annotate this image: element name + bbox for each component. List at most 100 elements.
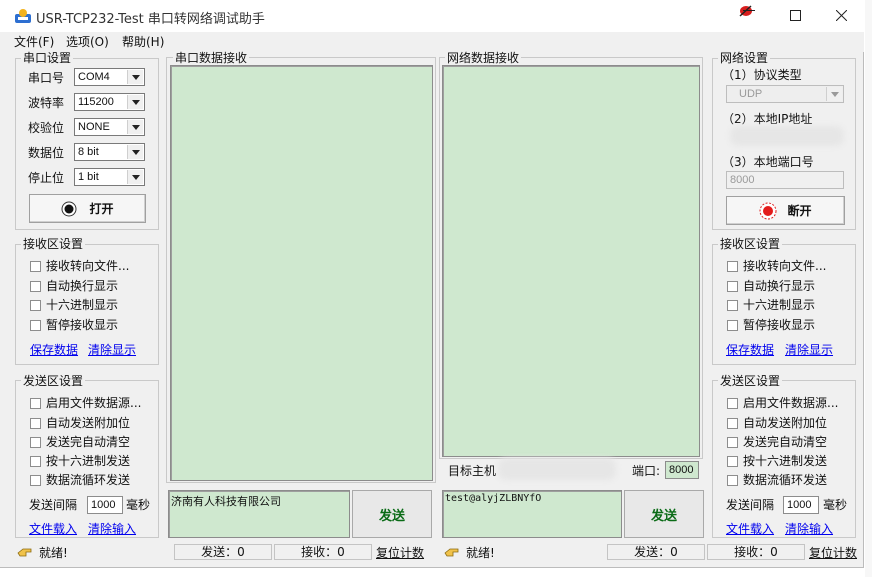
network-receive-title: 网络数据接收	[445, 51, 522, 65]
close-icon[interactable]	[836, 10, 847, 21]
left-status-text: 就绪!	[39, 546, 68, 560]
left-recv-option-checkbox-1[interactable]	[30, 261, 41, 272]
right-clear-display-link[interactable]: 清除显示	[785, 341, 833, 358]
com-port-select[interactable]: COM4	[74, 68, 145, 86]
baud-rate-select[interactable]: 115200	[74, 93, 145, 111]
right-reset-count-button[interactable]: 复位计数	[809, 545, 857, 561]
chevron-down-icon	[127, 145, 143, 159]
local-port-label: （3）本地端口号	[722, 155, 814, 169]
left-recv-option-label: 暂停接收显示	[46, 318, 119, 332]
baud-rate-label: 波特率	[28, 96, 65, 110]
connection-status-icon	[759, 202, 777, 219]
chevron-down-icon	[127, 170, 143, 184]
right-send-option-label: 数据流循环发送	[743, 473, 828, 487]
left-send-option-checkbox-2[interactable]	[30, 418, 41, 429]
disconnect-button[interactable]: 断开	[726, 196, 845, 225]
right-recv-option-checkbox-2[interactable]	[727, 281, 738, 292]
left-recv-option-checkbox-4[interactable]	[30, 320, 41, 331]
open-port-button[interactable]: 打开	[29, 194, 146, 223]
left-recv-option-label: 十六进制显示	[46, 298, 119, 312]
right-save-data-link[interactable]: 保存数据	[726, 341, 774, 358]
left-recv-option-checkbox-3[interactable]	[30, 300, 41, 311]
menu-help[interactable]: 帮助(H)	[122, 33, 164, 50]
right-clear-input-link[interactable]: 清除输入	[785, 520, 833, 537]
protocol-type-label: （1）协议类型	[722, 68, 802, 82]
right-file-load-link[interactable]: 文件载入	[726, 520, 774, 537]
chevron-down-icon	[127, 120, 143, 134]
left-send-option-checkbox-4[interactable]	[30, 456, 41, 467]
right-recv-option-label: 十六进制显示	[743, 298, 816, 312]
left-interval-unit: 毫秒	[126, 498, 151, 512]
left-send-option-label: 数据流循环发送	[46, 473, 131, 487]
right-recv-option-label: 暂停接收显示	[743, 318, 816, 332]
left-interval-input[interactable]: 1000	[87, 496, 123, 514]
right-status-text: 就绪!	[466, 546, 495, 560]
data-bits-label: 数据位	[28, 146, 65, 160]
right-send-option-label: 按十六进制发送	[743, 454, 828, 468]
local-ip-label: （2）本地IP地址	[722, 112, 813, 126]
right-send-option-label: 自动发送附加位	[743, 416, 828, 430]
left-recv-option-label: 自动换行显示	[46, 279, 119, 293]
stop-bits-select[interactable]: 1 bit	[74, 168, 145, 186]
menu-file[interactable]: 文件(F)	[14, 33, 54, 50]
right-send-option-checkbox-3[interactable]	[727, 437, 738, 448]
target-host-input[interactable]	[498, 458, 616, 480]
menu-options[interactable]: 选项(O)	[66, 33, 109, 50]
left-send-option-checkbox-1[interactable]	[30, 398, 41, 409]
parity-select[interactable]: NONE	[74, 118, 145, 136]
right-send-option-checkbox-2[interactable]	[727, 418, 738, 429]
serial-receive-area[interactable]	[170, 65, 433, 481]
background-window-edge	[865, 0, 872, 577]
network-receive-area[interactable]	[442, 65, 700, 457]
left-send-option-label: 启用文件数据源...	[46, 396, 142, 410]
net-port-input[interactable]: 8000	[665, 461, 699, 479]
right-received-count: 接收：0	[707, 544, 805, 560]
left-send-option-checkbox-5[interactable]	[30, 475, 41, 486]
data-bits-select[interactable]: 8 bit	[74, 143, 145, 161]
title-bar[interactable]: USR-TCP232-Test 串口转网络调试助手	[0, 0, 864, 32]
right-send-option-checkbox-4[interactable]	[727, 456, 738, 467]
left-send-option-label: 发送完自动清空	[46, 435, 131, 449]
right-recv-option-checkbox-1[interactable]	[727, 261, 738, 272]
chevron-down-icon	[127, 70, 143, 84]
network-send-input[interactable]: test@alyjZLBNYfO	[442, 490, 622, 538]
left-send-option-checkbox-3[interactable]	[30, 437, 41, 448]
local-port-input[interactable]: 8000	[726, 171, 844, 189]
menu-bar: 文件(F) 选项(O) 帮助(H)	[0, 32, 864, 52]
left-recv-option-checkbox-2[interactable]	[30, 281, 41, 292]
left-file-load-link[interactable]: 文件载入	[29, 520, 77, 537]
right-interval-label: 发送间隔	[726, 498, 775, 512]
open-port-label: 打开	[89, 202, 114, 216]
left-clear-display-link[interactable]: 清除显示	[88, 341, 136, 358]
left-save-data-link[interactable]: 保存数据	[30, 341, 78, 358]
left-reset-count-button[interactable]: 复位计数	[376, 545, 424, 561]
right-recv-option-checkbox-4[interactable]	[727, 320, 738, 331]
network-send-button[interactable]: 发送	[624, 490, 704, 538]
local-ip-input[interactable]	[730, 126, 844, 146]
parity-label: 校验位	[28, 121, 65, 135]
net-port-label: 端口:	[632, 464, 661, 478]
maximize-icon[interactable]	[790, 10, 801, 21]
right-sent-count: 发送：0	[607, 544, 705, 560]
serial-send-button[interactable]: 发送	[352, 490, 432, 538]
right-recv-option-checkbox-3[interactable]	[727, 300, 738, 311]
serial-receive-title: 串口数据接收	[173, 51, 250, 65]
left-clear-input-link[interactable]: 清除输入	[88, 520, 136, 537]
chevron-down-icon	[127, 95, 143, 109]
right-send-settings-title: 发送区设置	[718, 374, 783, 388]
protocol-select[interactable]: UDP	[726, 85, 844, 103]
right-recv-option-label: 接收转向文件...	[743, 259, 827, 273]
chevron-down-icon	[826, 87, 842, 101]
right-send-option-label: 启用文件数据源...	[743, 396, 839, 410]
right-send-option-checkbox-1[interactable]	[727, 398, 738, 409]
right-interval-input[interactable]: 1000	[783, 496, 819, 514]
right-send-option-checkbox-5[interactable]	[727, 475, 738, 486]
minimize-icon[interactable]	[743, 10, 755, 12]
serial-send-input[interactable]: 济南有人科技有限公司	[168, 490, 350, 538]
left-send-option-label: 自动发送附加位	[46, 416, 131, 430]
network-settings-title: 网络设置	[718, 51, 771, 65]
right-recv-option-label: 自动换行显示	[743, 279, 816, 293]
window-title: USR-TCP232-Test 串口转网络调试助手	[36, 12, 265, 27]
right-receive-settings-title: 接收区设置	[718, 237, 783, 251]
com-port-label: 串口号	[28, 71, 65, 85]
